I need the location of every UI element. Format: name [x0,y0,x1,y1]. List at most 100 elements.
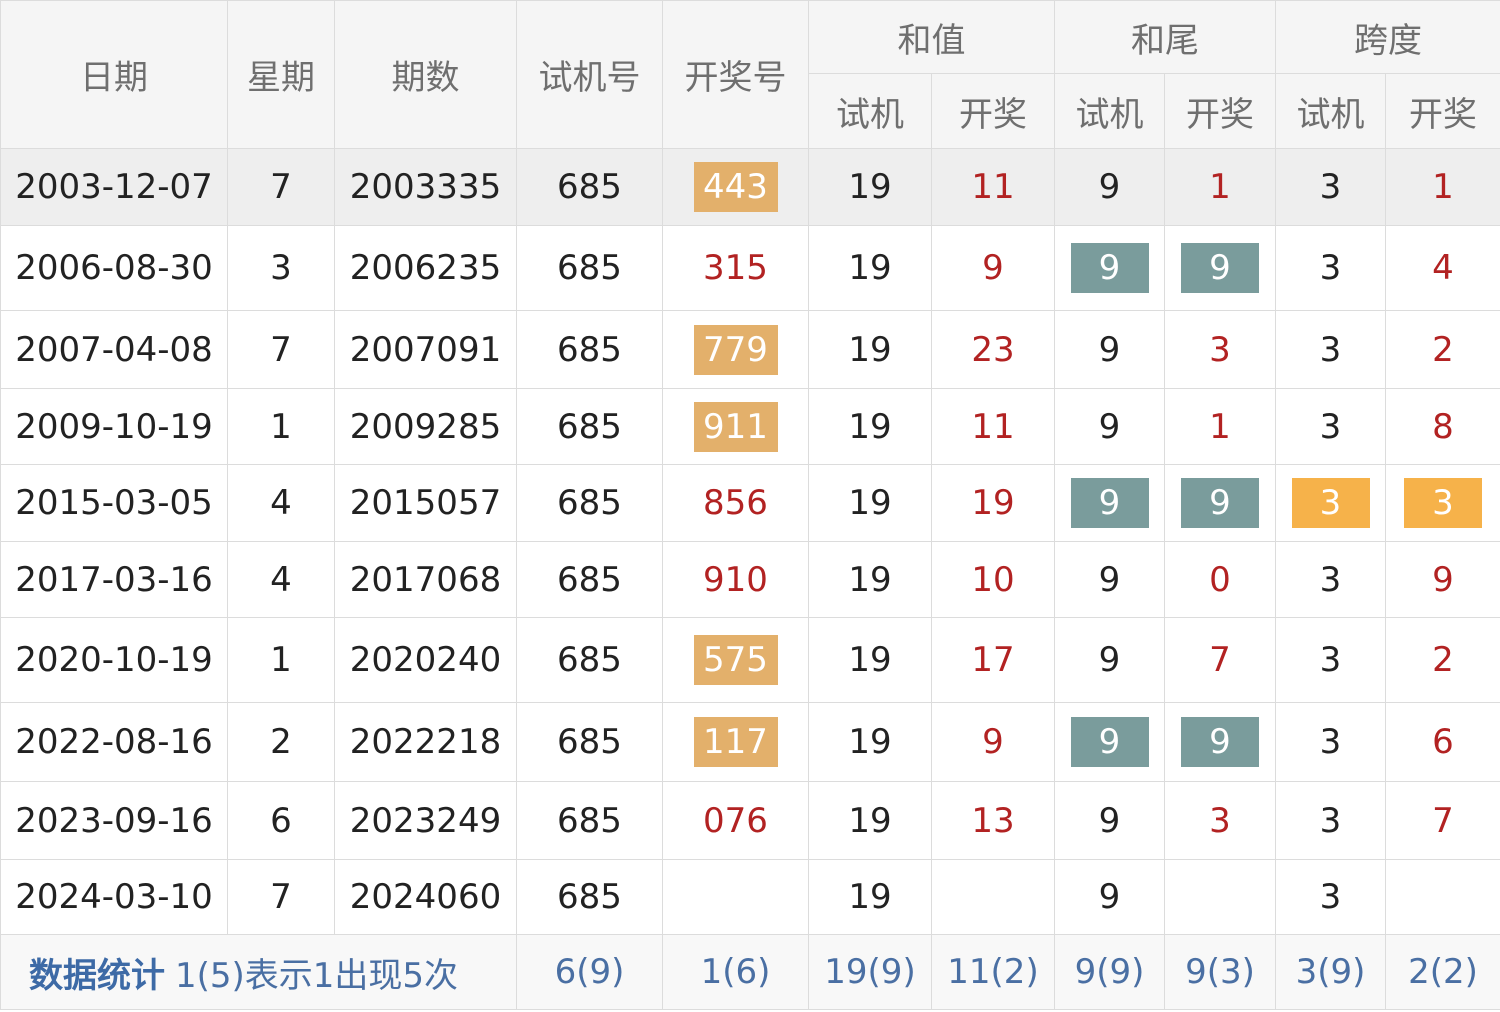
header-sum-draw: 开奖 [931,73,1055,149]
footer-span-test: 3(9) [1275,934,1386,1010]
cell-tail-test: 9 [1054,464,1165,542]
cell-tail-test: 9 [1054,148,1165,226]
cell-draw-number-highlight: 117 [693,717,778,767]
footer-sum-test: 19(9) [808,934,932,1010]
cell-tail-draw: 1 [1164,148,1276,226]
cell-span-test: 3 [1275,388,1386,465]
cell-span-test: 3 [1275,781,1386,860]
cell-weekday: 7 [227,310,335,389]
cell-draw-number: 910 [662,541,809,618]
cell-date: 2007-04-08 [0,310,228,389]
header-tail-draw: 开奖 [1164,73,1276,149]
cell-sum-test: 19 [808,464,932,542]
footer-tail-draw: 9(3) [1164,934,1276,1010]
cell-draw-number: 315 [662,225,809,311]
cell-tail-test: 9 [1054,702,1165,782]
cell-span-draw: 2 [1385,617,1500,703]
header-span-group: 跨度 [1275,0,1500,74]
cell-date: 2024-03-10 [0,859,228,935]
header-sum-group: 和值 [808,0,1055,74]
lottery-history-table: 日期 星期 期数 试机号 开奖号 和值 和尾 跨度 试机 开奖 试机 开奖 试机… [0,0,1500,1010]
cell-sum-test: 19 [808,781,932,860]
cell-draw-number-highlight: 575 [693,635,778,685]
cell-sum-test: 19 [808,148,932,226]
cell-span-test: 3 [1275,617,1386,703]
cell-sum-draw [931,859,1055,935]
cell-issue: 2015057 [334,464,517,542]
header-sum-test: 试机 [808,73,932,149]
cell-draw-number-highlight: 911 [693,401,778,452]
cell-weekday: 3 [227,225,335,311]
cell-sum-draw: 11 [931,148,1055,226]
cell-draw-number: 911 [662,388,809,465]
cell-span-draw: 3 [1385,464,1500,542]
header-date: 日期 [0,0,228,149]
cell-span-draw: 6 [1385,702,1500,782]
footer-note: 1(5)表示1出现5次 [175,955,459,996]
cell-span-test: 3 [1275,859,1386,935]
cell-tail-draw: 9 [1164,702,1276,782]
cell-test-number: 685 [516,541,663,618]
cell-test-number: 685 [516,781,663,860]
header-issue: 期数 [334,0,517,149]
cell-weekday: 1 [227,388,335,465]
cell-weekday: 4 [227,541,335,618]
cell-weekday: 6 [227,781,335,860]
cell-tail-draw [1164,859,1276,935]
cell-test-number: 685 [516,859,663,935]
cell-issue: 2003335 [334,148,517,226]
header-span-draw: 开奖 [1385,73,1500,149]
cell-test-number: 685 [516,225,663,311]
cell-date: 2015-03-05 [0,464,228,542]
cell-tail-draw: 9 [1164,464,1276,542]
table-row: 2022-08-16 2 2022218 685 117 19 9 9 9 3 6 [0,702,1500,782]
cell-issue: 2022218 [334,702,517,782]
cell-tail-draw: 0 [1164,541,1276,618]
header-tail-group: 和尾 [1054,0,1276,74]
table-body: 2003-12-07 7 2003335 685 443 19 11 9 1 3 1 2006-08-… [0,148,1500,935]
cell-weekday: 1 [227,617,335,703]
table-row: 2023-09-16 6 2023249 685 076 19 13 9 3 3 7 [0,781,1500,860]
cell-issue: 2023249 [334,781,517,860]
cell-draw-number: 779 [662,310,809,389]
cell-span-draw: 8 [1385,388,1500,465]
cell-tail-test-highlight: 9 [1070,717,1149,767]
cell-span-draw: 4 [1385,225,1500,311]
cell-tail-test: 9 [1054,859,1165,935]
cell-sum-draw: 19 [931,464,1055,542]
table-row: 2007-04-08 7 2007091 685 779 19 23 9 3 3 2 [0,310,1500,389]
cell-tail-test: 9 [1054,310,1165,389]
cell-weekday: 4 [227,464,335,542]
footer-summary-cell: 数据统计 1(5)表示1出现5次 [0,934,517,1010]
cell-test-number: 685 [516,617,663,703]
footer-test: 6(9) [516,934,663,1010]
cell-draw-number: 117 [662,702,809,782]
cell-span-draw: 1 [1385,148,1500,226]
table-row: 2009-10-19 1 2009285 685 911 19 11 9 1 3 8 [0,388,1500,465]
cell-span-test: 3 [1275,702,1386,782]
cell-weekday: 7 [227,859,335,935]
cell-date: 2022-08-16 [0,702,228,782]
table-row: 2017-03-16 4 2017068 685 910 19 10 9 0 3 9 [0,541,1500,618]
cell-test-number: 685 [516,148,663,226]
cell-tail-test: 9 [1054,781,1165,860]
cell-span-draw-highlight: 3 [1404,478,1482,528]
cell-weekday: 2 [227,702,335,782]
cell-issue: 2024060 [334,859,517,935]
header-tail-test: 试机 [1054,73,1165,149]
table-row: 2020-10-19 1 2020240 685 575 19 17 9 7 3 2 [0,617,1500,703]
cell-tail-test: 9 [1054,541,1165,618]
cell-tail-draw-highlight: 9 [1181,717,1259,767]
cell-issue: 2009285 [334,388,517,465]
cell-span-test: 3 [1275,225,1386,311]
cell-span-test: 3 [1275,310,1386,389]
cell-span-test: 3 [1275,464,1386,542]
cell-tail-draw-highlight: 9 [1181,243,1259,293]
cell-sum-draw: 9 [931,702,1055,782]
header-draw-number: 开奖号 [662,0,809,149]
footer-draw: 1(6) [662,934,809,1010]
cell-issue: 2017068 [334,541,517,618]
cell-span-test-highlight: 3 [1291,478,1370,528]
cell-tail-test: 9 [1054,388,1165,465]
cell-sum-draw: 10 [931,541,1055,618]
